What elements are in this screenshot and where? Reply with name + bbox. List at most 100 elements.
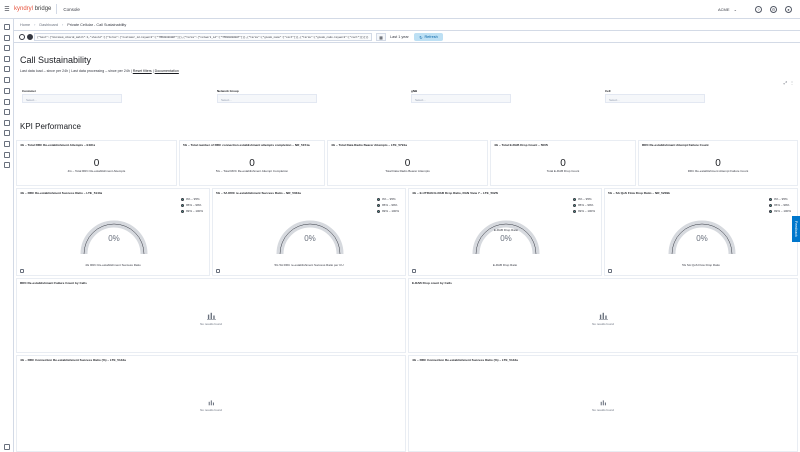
menu-icon[interactable]	[19, 34, 25, 40]
query-bar: {"bool":{"minimum_should_match":1,"shoul…	[14, 31, 800, 43]
security-icon[interactable]	[4, 152, 10, 158]
panel-title: RRC Re-establishment Failure Count by Ce…	[20, 281, 87, 285]
fullscreen-icon[interactable]: ⤢	[784, 80, 787, 85]
query-input[interactable]: {"bool":{"minimum_should_match":1,"shoul…	[34, 33, 372, 41]
app-name: Console	[56, 4, 80, 14]
collapse-nav-icon[interactable]	[4, 444, 10, 450]
metric-label: 4G – Total RRC Re-establishment Attempts	[67, 169, 126, 173]
panel-options-icon[interactable]	[608, 269, 612, 273]
breadcrumb-dashboard[interactable]: Dashboard	[39, 23, 58, 27]
documentation-link[interactable]: Documentation	[155, 69, 179, 73]
legend-label: 95% – 99%	[185, 203, 202, 207]
dashboard-icon[interactable]	[4, 35, 10, 41]
legend-label: 0% – 95%	[381, 197, 396, 201]
filter-controls: Customer Select... Network Group Select.…	[20, 89, 794, 109]
no-results-message: No results found	[592, 322, 614, 326]
filter-customer: Customer Select...	[22, 89, 122, 103]
chevron-down-icon: ⌄	[733, 7, 737, 12]
panel-options-icon[interactable]	[20, 269, 24, 273]
space-name: ACME	[718, 7, 730, 12]
more-options-icon[interactable]: ⋮	[790, 80, 794, 85]
filter-options-icon[interactable]	[27, 34, 33, 40]
metric-panel: 4G – Total E-RAB Drop Count – 5005i 0 To…	[490, 140, 636, 186]
network-group-select[interactable]: Select...	[217, 94, 317, 103]
panel-options-icon[interactable]	[412, 269, 416, 273]
panel-title: 4G – RRC Connection Re-establishment Suc…	[412, 358, 518, 362]
dashboard-canvas: Call Sustainability Last data load – sin…	[14, 43, 800, 452]
no-results-message: No results found	[200, 322, 222, 326]
no-results: No results found	[409, 311, 797, 326]
gauge-center-label: E-RAB Drop Ratio	[494, 228, 519, 232]
panel-options-icon[interactable]	[216, 269, 220, 273]
legend-item[interactable]: 99% – 100%	[768, 208, 791, 214]
refresh-button[interactable]: ↻ Refresh	[414, 33, 443, 41]
maps-icon[interactable]	[4, 77, 10, 83]
ml-icon[interactable]	[4, 88, 10, 94]
settings-icon[interactable]: ⚙	[770, 6, 777, 13]
chart-icon	[208, 400, 214, 406]
uptime-icon[interactable]	[4, 141, 10, 147]
panel-title: 4G – E-UTRAN E-RAB Drop Ratio, RAN View …	[412, 191, 499, 195]
feedback-tab[interactable]: Feedback	[792, 216, 800, 242]
no-results-message: No results found	[200, 408, 222, 412]
graph-icon[interactable]	[4, 99, 10, 105]
discover-icon[interactable]	[4, 45, 10, 51]
apm-icon[interactable]	[4, 130, 10, 136]
legend-swatch	[572, 197, 576, 201]
observability-icon[interactable]	[4, 109, 10, 115]
user-icon[interactable]: ●	[785, 6, 792, 13]
gauge-value: 0%	[304, 234, 316, 243]
legend-label: 0% – 95%	[773, 197, 788, 201]
home-icon[interactable]	[4, 24, 10, 30]
legend-label: 95% – 99%	[773, 203, 790, 207]
canvas-icon[interactable]	[4, 66, 10, 72]
breadcrumb-separator: ›	[61, 22, 64, 27]
cell-select[interactable]: Select...	[605, 94, 705, 103]
space-selector[interactable]: ACME ⌄	[718, 7, 737, 12]
page-title: Call Sustainability	[20, 55, 92, 65]
metric-value: 0	[560, 158, 566, 169]
gnb-select[interactable]: Select...	[411, 94, 511, 103]
visualize-icon[interactable]	[4, 56, 10, 62]
legend-swatch	[768, 197, 772, 201]
gauge-caption: 4G RRC Re-establishment Success Ratio	[85, 263, 141, 267]
help-icon[interactable]: ?	[755, 6, 762, 13]
legend-swatch	[376, 209, 380, 213]
breadcrumb-separator: ›	[34, 22, 36, 27]
page-subtitle: Last data load – since per 24h | Last da…	[20, 69, 179, 73]
filter-gnb: gNB Select...	[411, 89, 511, 103]
chart-icon	[598, 312, 608, 320]
refresh-icon: ↻	[419, 35, 423, 40]
no-results: No results found	[17, 399, 405, 412]
logs-icon[interactable]	[4, 120, 10, 126]
metric-label: 5G – Total RRC Re-establishment Attempt …	[215, 169, 289, 173]
legend-swatch	[572, 203, 576, 207]
breadcrumb-home[interactable]: Home	[20, 23, 30, 27]
legend-item[interactable]: 99% – 100%	[572, 208, 595, 214]
panel-title: 4G – Total E-RAB Drop Count – 5005i	[494, 143, 549, 147]
alerts-icon[interactable]	[4, 162, 10, 168]
calendar-icon[interactable]: ▦	[376, 33, 386, 41]
reset-filters-link[interactable]: Reset filters	[133, 69, 152, 73]
gauge-dial: 0%	[80, 220, 148, 255]
menu-icon[interactable]: ☰	[0, 0, 14, 19]
gauge-caption: 5G 5A RRC re-establishment Success Ratio…	[274, 263, 344, 267]
legend-item[interactable]: 99% – 100%	[376, 208, 399, 214]
refresh-label: Refresh	[424, 35, 438, 39]
gauge-value: 0%	[696, 234, 708, 243]
side-navigation	[0, 19, 14, 452]
gauge-panel: 4G – E-UTRAN E-RAB Drop Ratio, RAN View …	[408, 188, 602, 276]
legend-label: 95% – 99%	[381, 203, 398, 207]
panel-title: E-RAB Drop count by Cells	[412, 281, 452, 285]
legend-item[interactable]: 99% – 100%	[180, 208, 203, 214]
customer-select[interactable]: Select...	[22, 94, 122, 103]
brand-logo[interactable]: kyndryl bridge	[14, 0, 56, 19]
gauge-value: 0%	[108, 234, 120, 243]
filter-network-group: Network Group Select...	[217, 89, 317, 103]
metric-label: Total Data Radio Bearer Attempts	[385, 169, 430, 173]
date-range[interactable]: Last 1 year	[390, 35, 409, 39]
metric-panel: RRC Re-establishment Attempt Failure Cou…	[638, 140, 798, 186]
empty-result-panel: E-RAB Drop count by Cells No results fou…	[408, 278, 798, 353]
metric-label: RRC Re-establishment Attempt Failure Cou…	[687, 169, 749, 173]
empty-result-panel: 4G – RRC Connection Re-establishment Suc…	[408, 355, 798, 452]
